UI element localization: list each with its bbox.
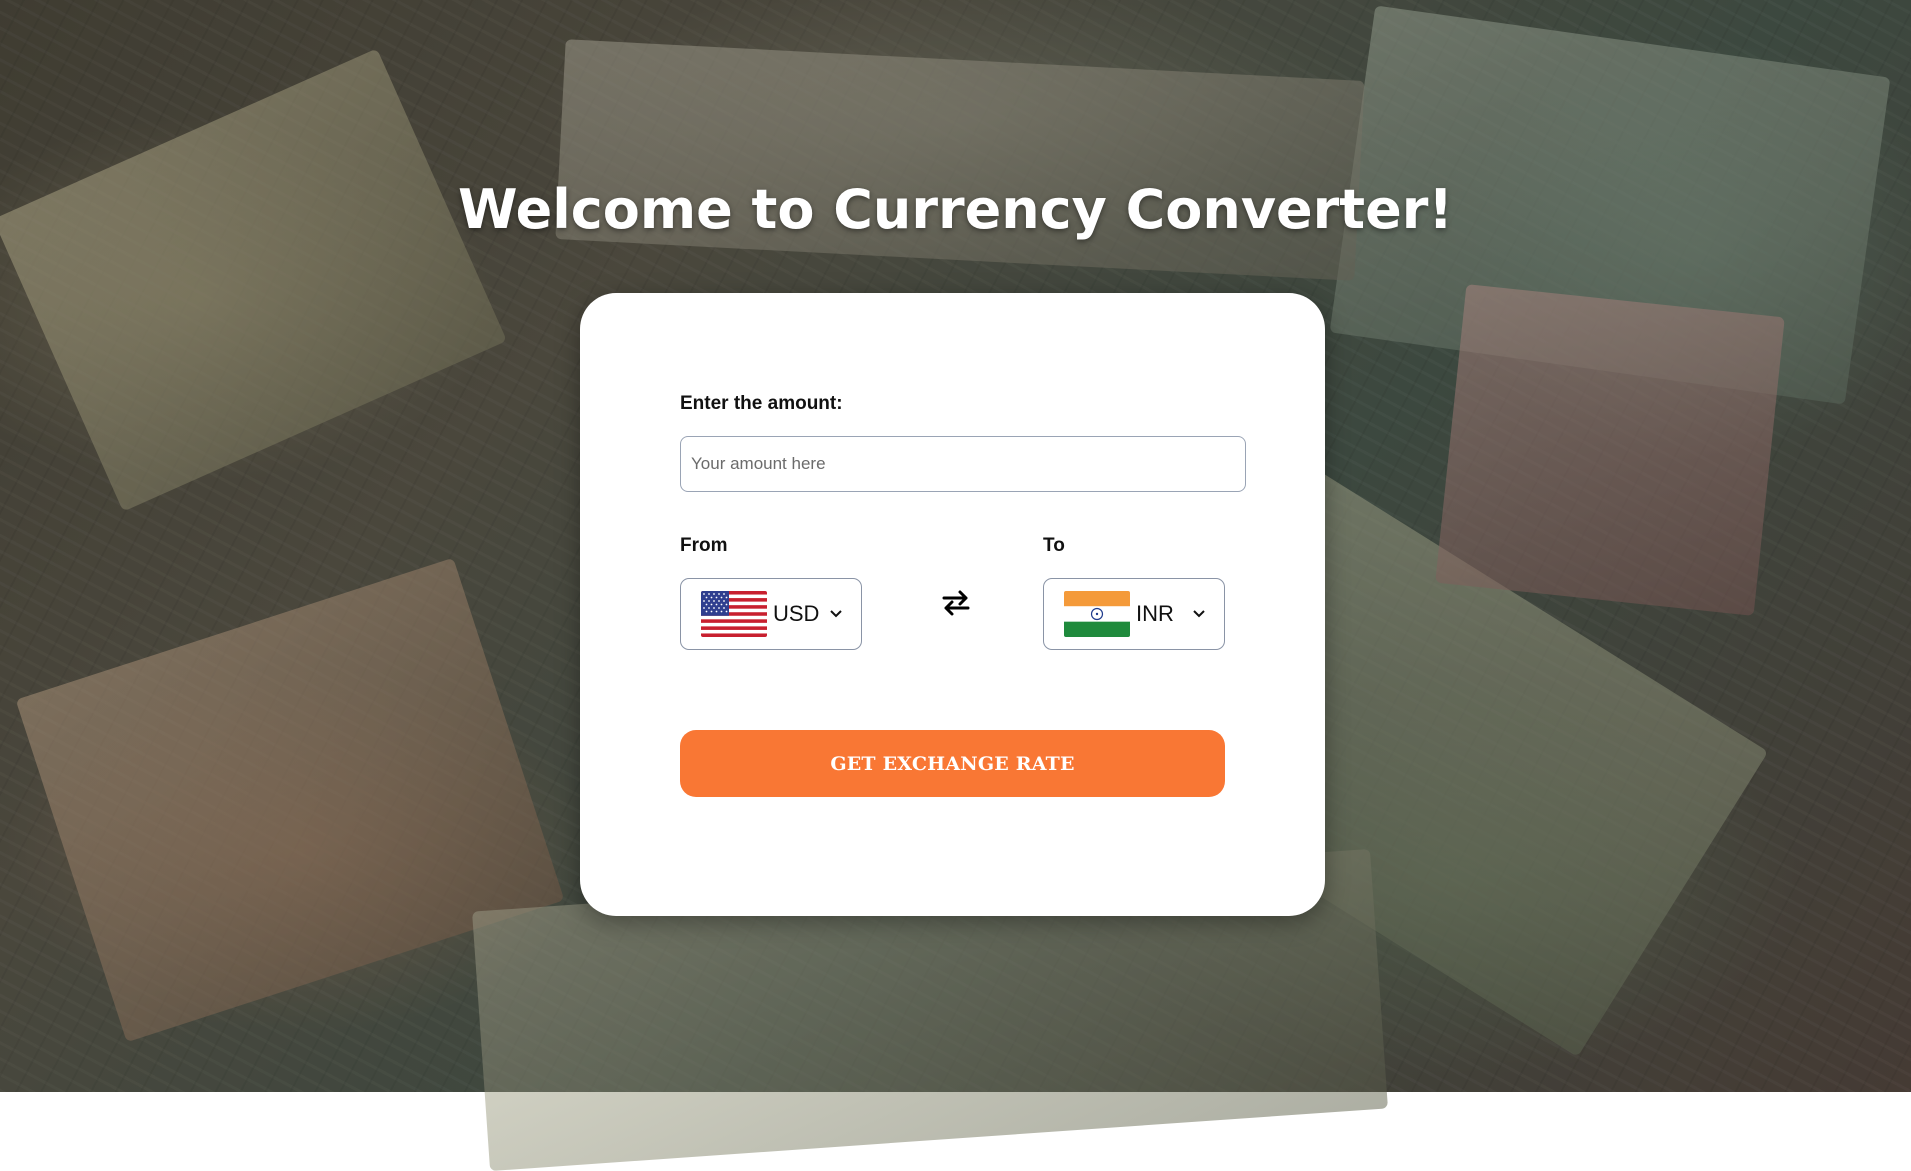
from-label: From [680, 535, 728, 556]
from-currency-code: USD [773, 601, 820, 626]
page-title: Welcome to Currency Converter! [457, 178, 1454, 241]
chevron-down-icon [829, 607, 843, 621]
in-flag-icon [1064, 591, 1130, 637]
from-currency-select[interactable]: USD [680, 578, 862, 650]
to-currency-code: INR [1136, 601, 1174, 626]
amount-label: Enter the amount: [680, 393, 843, 414]
swap-arrows-icon[interactable] [936, 583, 976, 623]
us-flag-icon [701, 591, 767, 637]
get-exchange-rate-button[interactable]: GET EXCHANGE RATE [680, 730, 1225, 797]
to-label: To [1043, 535, 1065, 556]
chevron-down-icon [1192, 607, 1206, 621]
converter-card: Enter the amount: From To USD [580, 293, 1325, 916]
amount-input[interactable] [680, 436, 1246, 492]
to-currency-select[interactable]: INR [1043, 578, 1225, 650]
